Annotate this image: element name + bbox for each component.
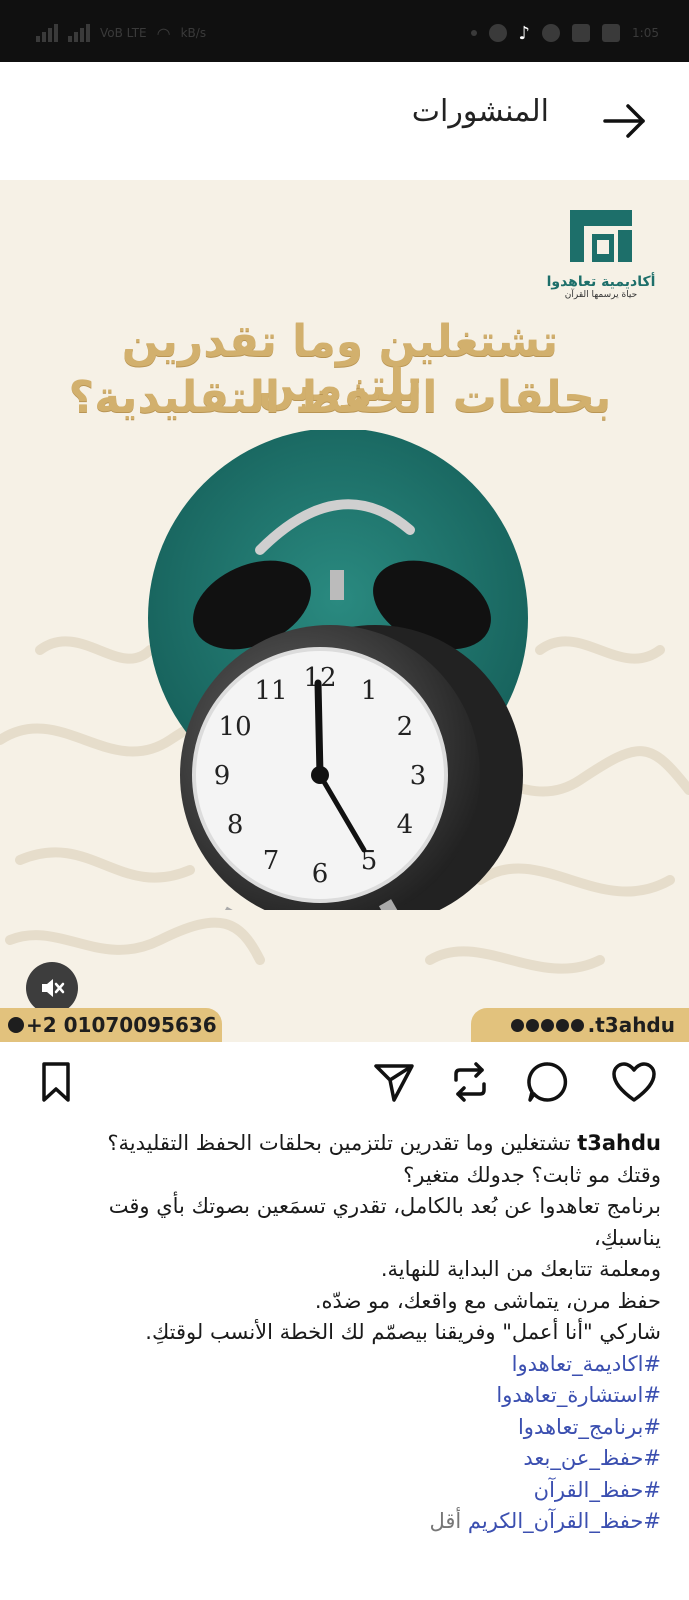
post-image[interactable]: أكاديمية تعاهدوا حياة يرسمها القرآن تشتغ… — [0, 180, 689, 1042]
like-heart-icon[interactable] — [610, 1058, 658, 1106]
hashtag-link[interactable]: #برنامج_تعاهدوا — [21, 1412, 661, 1444]
repost-icon[interactable] — [446, 1058, 494, 1106]
status-right: ♪ 1:05 — [470, 22, 659, 44]
back-arrow-icon[interactable] — [599, 96, 649, 146]
speaker-muted-icon — [42, 979, 65, 997]
logo-name: أكاديمية تعاهدوا — [546, 274, 656, 290]
post-caption: t3ahdu تشتغلين وما تقدرين تلتزمين بحلقات… — [21, 1128, 661, 1538]
facebook-icon — [572, 24, 591, 42]
caption-line-4: يناسبكِ، — [594, 1225, 661, 1250]
academy-logo: أكاديمية تعاهدوا حياة يرسمها القرآن — [546, 206, 656, 306]
hashtag-link[interactable]: #حفظ_عن_بعد — [21, 1443, 661, 1475]
caption-text-1: تشتغلين وما تقدرين تلتزمين بحلقات الحفظ … — [107, 1131, 571, 1155]
clock-minute-hand — [314, 679, 324, 779]
clock-number: 6 — [312, 859, 329, 889]
notification-dot-icon — [470, 30, 477, 36]
caption-line-6: حفظ مرن، يتماشى مع واقعك، مو ضدّه. — [314, 1288, 661, 1313]
post-actions — [0, 1042, 689, 1132]
caption-last-line: #حفظ_القرآن_الكريم أقل — [21, 1506, 661, 1538]
clock-number: 9 — [214, 761, 231, 791]
caption-line-2: وقتك مو ثابت؟ جدولك متغير؟ — [403, 1162, 661, 1187]
clock-number: 11 — [254, 676, 287, 706]
logo-tagline: حياة يرسمها القرآن — [564, 290, 638, 300]
hashtag-link[interactable]: #اكاديمة_تعاهدوا — [21, 1349, 661, 1381]
social-handle: .t3ahdu — [587, 1013, 675, 1037]
tiktok-icon: ♪ — [518, 22, 531, 44]
youtube-icon — [542, 24, 561, 42]
clock-number: 1 — [361, 676, 378, 706]
phone-number: +2 01070095636 — [26, 1013, 217, 1037]
phone-badge: +2 01070095636 — [0, 1008, 222, 1042]
academy-logo-mark — [570, 210, 632, 262]
share-icon[interactable] — [370, 1058, 418, 1106]
hashtag-link[interactable]: #حفظ_القرآن — [21, 1475, 661, 1507]
headline-line-2: بحلقات الحفظ التقليدية؟ — [68, 372, 612, 423]
whatsapp-icon — [8, 1017, 24, 1033]
carrier-label: VoB LTE — [100, 26, 147, 40]
facebook-icon-2 — [602, 24, 621, 42]
caption-line-7: شاركي "أنا أعمل" وفريقنا بيصمّم لك الخطة… — [145, 1320, 661, 1344]
signal-icon — [36, 24, 58, 42]
social-icons — [510, 1018, 584, 1032]
caption-username[interactable]: t3ahdu — [577, 1131, 661, 1155]
caption-line-1: t3ahdu تشتغلين وما تقدرين تلتزمين بحلقات… — [21, 1128, 661, 1160]
wifi-icon: ◠ — [156, 23, 171, 43]
hashtag-link[interactable]: #حفظ_القرآن_الكريم — [468, 1509, 661, 1533]
page-title: المنشورات — [411, 94, 549, 129]
clock-number: 3 — [410, 761, 427, 791]
status-bar: VoB LTE ◠ kB/s ♪ 1:05 — [0, 0, 689, 62]
status-left: VoB LTE ◠ kB/s — [36, 22, 206, 44]
caption-line-5: ومعلمة تتابعك من البداية للنهاية. — [380, 1257, 661, 1281]
social-handle-badge: .t3ahdu — [471, 1008, 689, 1042]
clock-number: 7 — [263, 846, 280, 876]
network-speed: kB/s — [180, 26, 207, 40]
hashtag-link[interactable]: #استشارة_تعاهدوا — [21, 1380, 661, 1412]
signal-icon-2 — [68, 24, 90, 42]
alarm-clock-illustration: 12 1234567891011 — [148, 430, 528, 910]
top-app-bar: المنشورات — [0, 62, 689, 180]
mute-button[interactable] — [26, 962, 78, 1014]
whatsapp-icon — [488, 24, 507, 42]
caption-line-3: برنامج تعاهدوا عن بُعد بالكامل، تقدري تس… — [108, 1194, 661, 1218]
clock-number: 4 — [397, 810, 414, 840]
clock-number: 2 — [397, 712, 414, 742]
show-less-link[interactable]: أقل — [429, 1509, 461, 1533]
bookmark-icon[interactable] — [32, 1058, 80, 1106]
clock-time: 1:05 — [632, 26, 659, 40]
comment-icon[interactable] — [524, 1058, 572, 1106]
clock-number: 10 — [219, 712, 252, 742]
clock-number: 8 — [227, 810, 244, 840]
